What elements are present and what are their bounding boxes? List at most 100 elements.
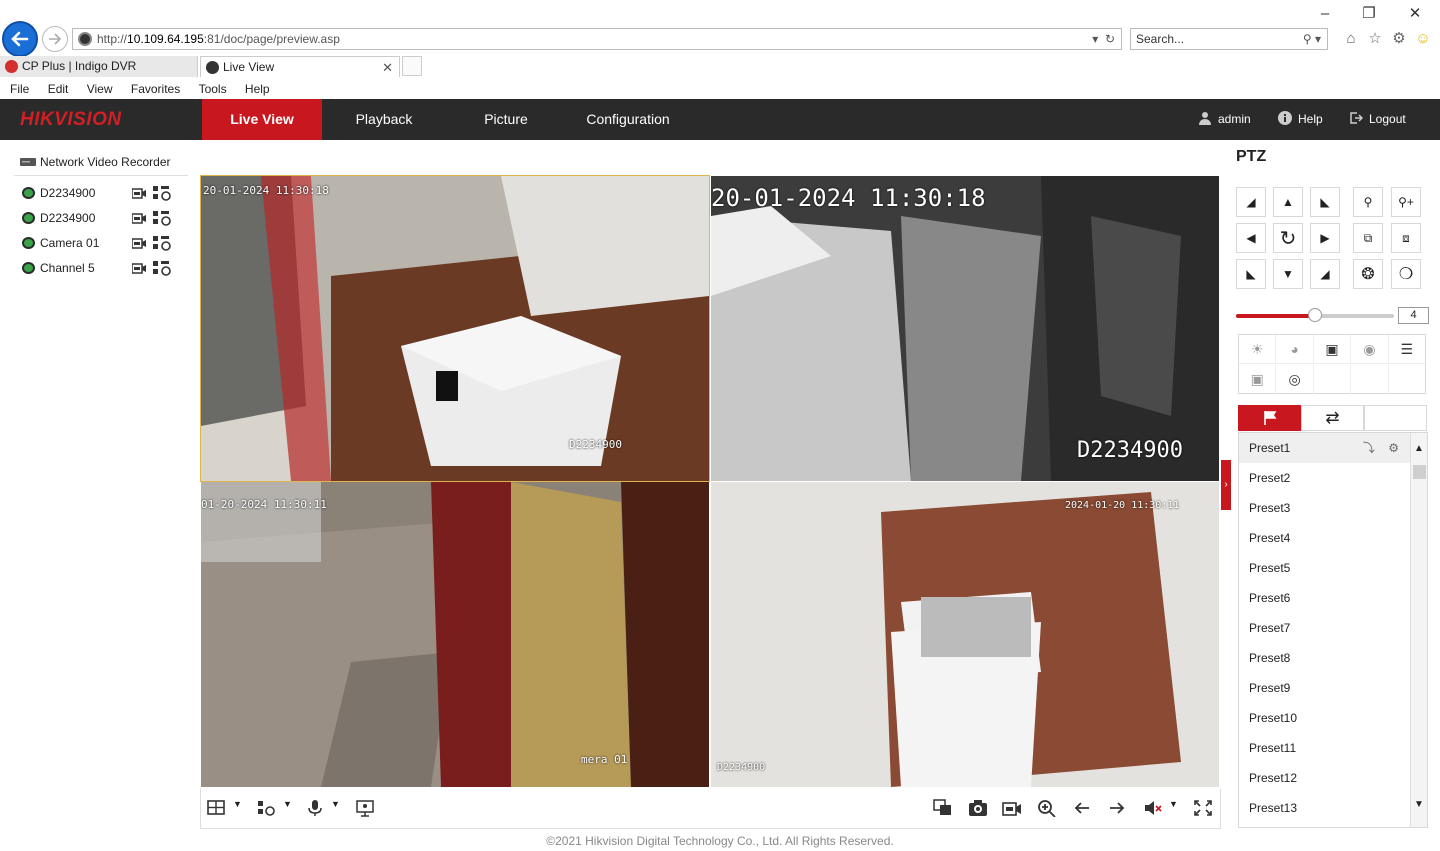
menu-icon[interactable]: ☰ [1389,335,1425,363]
chevron-down-icon[interactable]: ▼ [283,799,292,809]
nav-live-view[interactable]: Live View [202,99,322,140]
gear-icon[interactable]: ⚙ [1388,441,1399,455]
nav-playback[interactable]: Playback [324,99,444,140]
preset-item[interactable]: Preset7 [1239,613,1411,643]
light-icon[interactable]: ☀ [1239,335,1277,363]
ptz-up-button[interactable]: ▲ [1273,187,1303,217]
call-preset-icon[interactable]: ⤵ [1363,441,1375,455]
iris-open-button[interactable]: ❂ [1353,259,1383,289]
ptz-left-button[interactable]: ◀ [1236,223,1266,253]
close-window-button[interactable]: ✕ [1400,4,1430,24]
record-icon[interactable] [132,237,146,249]
preset-item[interactable]: Preset2 [1239,463,1411,493]
scroll-thumb[interactable] [1413,465,1426,479]
preset-item[interactable]: Preset9 [1239,673,1411,703]
collapse-ptz-button[interactable]: › [1221,460,1231,510]
preset-item[interactable]: Preset12 [1239,763,1411,793]
search-dropdown-icon[interactable]: ▾ [1315,32,1321,46]
dropdown-icon[interactable]: ▾ [1092,32,1098,46]
tab-patrols[interactable]: ⇄ [1301,405,1364,431]
chevron-down-icon[interactable]: ▼ [233,799,242,809]
ptz-control-icon[interactable] [153,260,171,276]
search-icon[interactable]: ⚲ [1303,32,1312,46]
preset-item[interactable]: Preset10 [1239,703,1411,733]
video-window-4[interactable]: 2024-01-20 11:30:11 D2234900 [711,482,1219,787]
record-icon[interactable] [132,212,146,224]
video-window-1[interactable]: 20-01-2024 11:30:18 D2234900 [200,175,710,482]
window-layout-icon[interactable] [207,799,227,817]
iris-close-button[interactable]: ❍ [1391,259,1421,289]
video-window-3[interactable]: 01-20-2024 11:30:11 mera 01 [201,482,709,787]
wiper-icon[interactable]: ◕ [1276,335,1314,363]
chevron-down-icon[interactable]: ▼ [1169,799,1178,809]
screen-map-icon[interactable] [355,799,375,817]
home-icon[interactable]: ⌂ [1342,30,1360,48]
back-button[interactable] [2,21,38,57]
record-icon[interactable] [132,262,146,274]
device-tree-root[interactable]: Network Video Recorder [20,154,171,170]
help-link[interactable]: Help [1278,99,1323,140]
preset-item[interactable]: Preset11 [1239,733,1411,763]
preset-item[interactable]: Preset8 [1239,643,1411,673]
menu-favorites[interactable]: Favorites [131,79,180,99]
chevron-down-icon[interactable]: ▼ [331,799,340,809]
zoom-out-button[interactable]: ⚲ [1353,187,1383,217]
slider-handle[interactable] [1308,308,1322,322]
next-page-icon[interactable] [1107,799,1127,817]
logout-link[interactable]: Logout [1349,99,1406,140]
search-input[interactable]: Search... ⚲ ▾ [1130,28,1328,50]
menu-edit[interactable]: Edit [48,79,69,99]
manual-track-icon[interactable]: ▣ [1239,365,1277,394]
nav-configuration[interactable]: Configuration [568,99,688,140]
ptz-down-button[interactable]: ▼ [1273,259,1303,289]
ptz-down-right-button[interactable]: ◢ [1310,259,1340,289]
forward-button[interactable] [42,26,68,52]
tab-close-icon[interactable]: ✕ [382,57,393,78]
tab-cp-plus[interactable]: CP Plus | Indigo DVR [0,56,198,77]
menu-file[interactable]: File [10,79,29,99]
preset-item[interactable]: Preset5 [1239,553,1411,583]
ptz-up-left-button[interactable]: ◢ [1236,187,1266,217]
scroll-up-icon[interactable]: ▲ [1414,443,1424,454]
zoom-in-button[interactable]: ⚲+ [1391,187,1421,217]
ptz-down-left-button[interactable]: ◣ [1236,259,1266,289]
minimize-button[interactable]: – [1310,4,1340,24]
ptz-auto-button[interactable]: ↻ [1273,223,1303,253]
user-menu[interactable]: admin [1198,99,1251,140]
menu-tools[interactable]: Tools [199,79,227,99]
stop-all-icon[interactable] [933,799,953,817]
ptz-control-icon[interactable] [153,235,171,251]
preset-scrollbar[interactable]: ▲ ▼ [1410,433,1427,827]
previous-page-icon[interactable] [1072,799,1092,817]
refresh-icon[interactable]: ↻ [1105,32,1115,46]
camera-snapshot-icon[interactable] [968,799,988,817]
gear-icon[interactable]: ⚙ [1390,30,1408,48]
preset-item[interactable]: Preset6 [1239,583,1411,613]
new-tab-button[interactable] [402,56,422,76]
restore-button[interactable]: ❐ [1354,4,1384,24]
video-window-2[interactable]: 20-01-2024 11:30:18 D2234900 [711,176,1219,481]
tab-live-view[interactable]: Live View ✕ [200,56,400,77]
record-icon[interactable] [132,187,146,199]
3d-zoom-icon[interactable]: ◎ [1276,365,1314,394]
ptz-up-right-button[interactable]: ◣ [1310,187,1340,217]
zoom-in-icon[interactable] [1037,799,1057,817]
microphone-icon[interactable] [305,799,325,817]
nav-picture[interactable]: Picture [446,99,566,140]
star-icon[interactable]: ☆ [1366,30,1384,48]
ptz-control-icon[interactable] [153,185,171,201]
preset-item[interactable]: Preset3 [1239,493,1411,523]
stream-icon[interactable] [257,799,277,817]
menu-view[interactable]: View [87,79,113,99]
menu-help[interactable]: Help [245,79,270,99]
tab-presets[interactable] [1238,405,1301,431]
record-all-icon[interactable] [1002,799,1022,817]
ptz-speed-slider[interactable] [1236,308,1394,322]
ptz-right-button[interactable]: ▶ [1310,223,1340,253]
lens-init-icon[interactable]: ◉ [1351,335,1389,363]
focus-far-button[interactable]: ⧈ [1391,223,1421,253]
focus-near-button[interactable]: ⧉ [1353,223,1383,253]
address-bar[interactable]: http://10.109.64.195:81/doc/page/preview… [72,28,1122,50]
preset-item[interactable]: Preset4 [1239,523,1411,553]
auto-focus-icon[interactable]: ▣ [1314,335,1352,363]
